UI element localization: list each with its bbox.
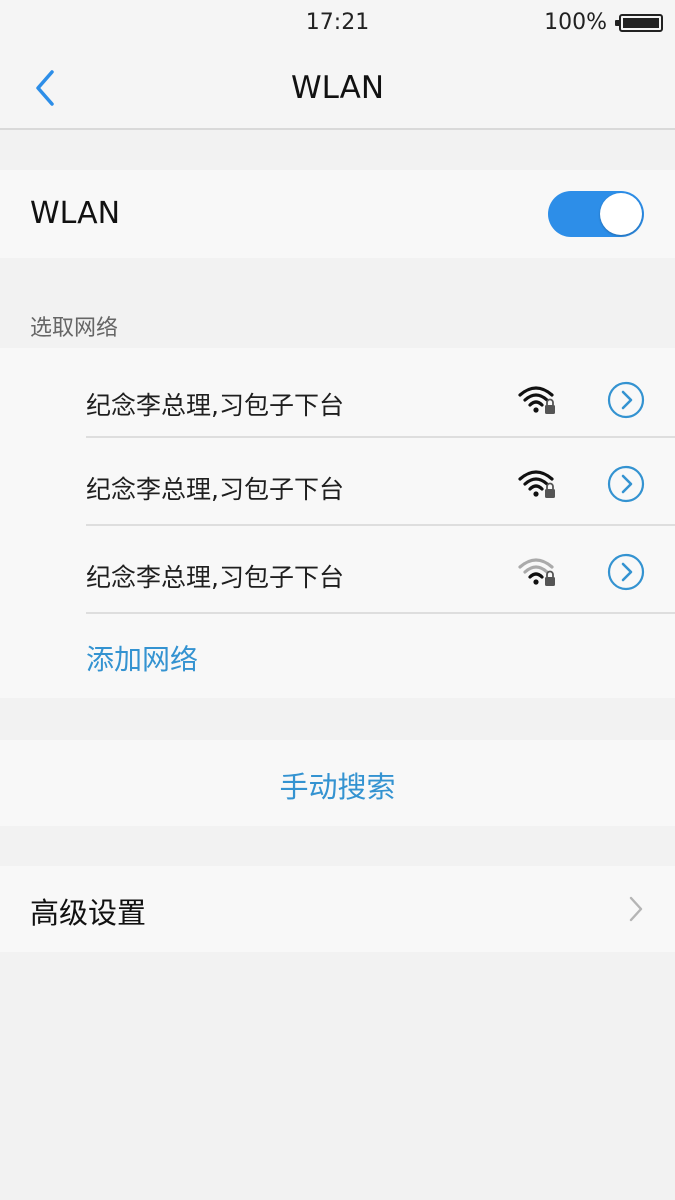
network-row[interactable]: 纪念李总理,习包子下台 [0,354,675,442]
divider [86,612,675,614]
network-name: 纪念李总理,习包子下台 [86,475,344,504]
wifi-lock-icon [518,470,555,498]
status-bar: 17:21 100% [0,0,675,48]
section-header-choose-network: 选取网络 [30,316,119,341]
nav-bar: WLAN [0,48,675,130]
network-detail-icon[interactable] [607,553,645,591]
battery-icon [615,14,663,32]
wlan-toggle[interactable] [548,191,644,237]
network-row[interactable]: 纪念李总理,习包子下台 [0,526,675,614]
wifi-lock-icon [518,386,555,414]
advanced-settings-row[interactable]: 高级设置 [0,866,675,952]
manual-search-button[interactable]: 手动搜索 [0,740,675,826]
battery-percent: 100% [544,10,607,35]
wifi-lock-icon [518,558,555,586]
add-network-button[interactable]: 添加网络 [86,638,198,678]
network-detail-icon[interactable] [607,381,645,419]
chevron-right-icon [629,896,643,922]
toggle-knob [600,193,642,235]
network-list: 纪念李总理,习包子下台 纪念李总理,习包子下台 纪念李总理,习包子下台 添加网络 [0,348,675,698]
network-detail-icon[interactable] [607,465,645,503]
network-name: 纪念李总理,习包子下台 [86,563,344,592]
network-name: 纪念李总理,习包子下台 [86,391,344,420]
network-row[interactable]: 纪念李总理,习包子下台 [0,438,675,526]
wlan-label: WLAN [30,196,121,231]
manual-search-label: 手动搜索 [279,770,396,804]
page-title: WLAN [290,70,385,106]
advanced-settings-label: 高级设置 [30,896,147,930]
